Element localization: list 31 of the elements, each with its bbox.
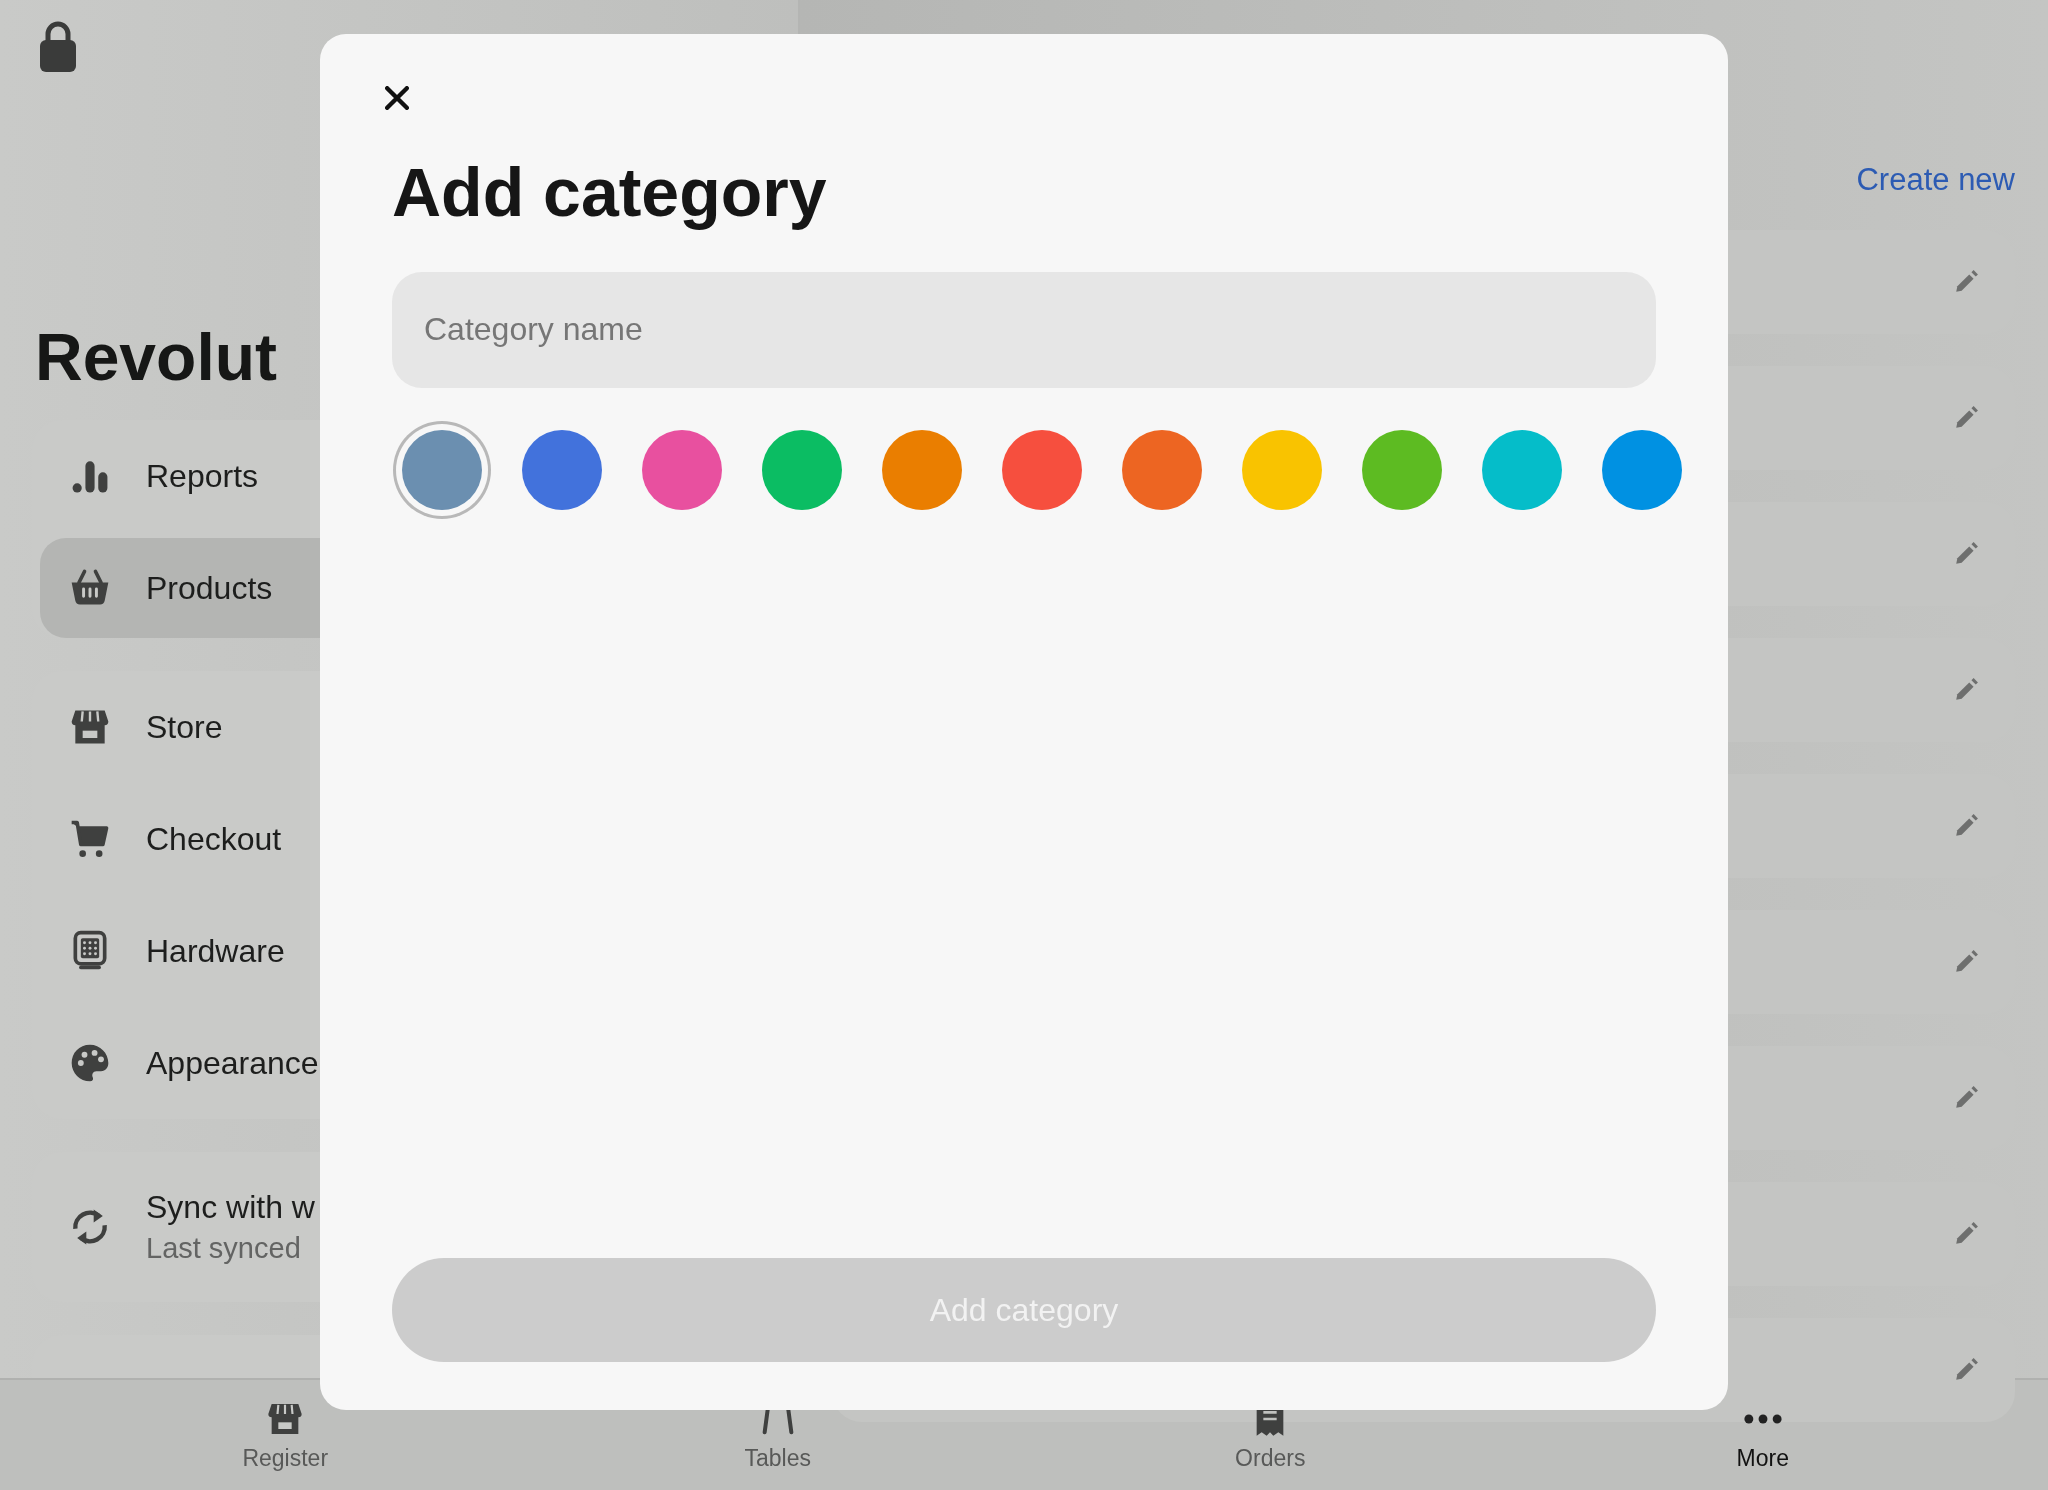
sidebar-item[interactable]: Sync with w Last synced <box>32 1152 766 1302</box>
close-icon <box>385 85 409 110</box>
store-title: Revolut <box>35 324 278 390</box>
sidebar-item[interactable]: Checkout <box>32 783 766 895</box>
lock-icon[interactable] <box>38 20 78 72</box>
sidebar-item[interactable]: Store <box>32 671 766 783</box>
pencil-icon[interactable] <box>1953 1085 1979 1111</box>
create-new-link[interactable]: Create new <box>1856 162 2015 198</box>
dialog-title: Add category <box>392 153 828 232</box>
sidebar-item[interactable]: Hardware <box>32 895 766 1007</box>
item-label: Products <box>146 569 273 607</box>
item-label: Reports <box>146 457 259 495</box>
pencil-icon[interactable] <box>1953 813 1979 839</box>
pencil-icon[interactable] <box>1953 1221 1979 1247</box>
item-label: Appearance <box>146 1044 319 1082</box>
input-field[interactable]: Category name <box>392 271 1656 388</box>
sidebar-item[interactable]: Reports <box>32 420 766 532</box>
item-label: Checkout <box>146 820 282 858</box>
pencil-icon[interactable] <box>1953 541 1979 567</box>
pencil-icon[interactable] <box>1953 1357 1979 1383</box>
more-icon <box>1743 1413 1782 1424</box>
pencil-icon[interactable] <box>1953 949 1979 975</box>
item-sublabel: Last synced <box>146 1232 302 1265</box>
item-label: Hardware <box>146 932 285 970</box>
pencil-icon[interactable] <box>1953 405 1979 431</box>
item-label: Store <box>146 708 223 746</box>
item-label: Sync with w <box>146 1189 315 1226</box>
tab-bar-item[interactable]: More <box>1516 1380 2009 1490</box>
pencil-icon[interactable] <box>1953 677 1979 703</box>
pencil-icon[interactable] <box>1953 269 1979 295</box>
sidebar-item[interactable]: Appearance <box>32 1007 766 1119</box>
